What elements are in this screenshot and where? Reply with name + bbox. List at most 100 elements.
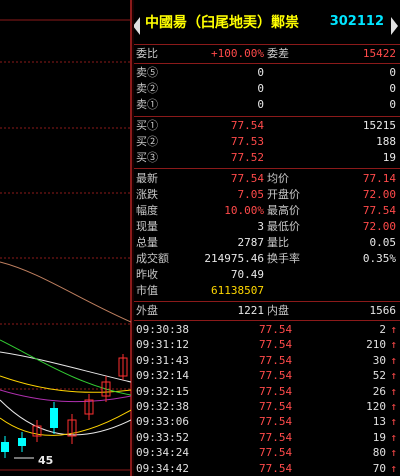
tick-row: 09:34:24 77.54 80 ↑ <box>133 445 400 460</box>
stat-label: 总量 <box>136 236 158 249</box>
up-arrow-icon: ↑ <box>390 384 397 398</box>
ma-line-7 <box>0 409 131 436</box>
stock-name: 中國昜（臼尾地㺯）鄛祟 <box>145 15 299 31</box>
up-arrow-icon: ↑ <box>390 323 397 336</box>
stat-label: 开盘价 <box>267 188 300 201</box>
stock-code: 302112 <box>329 14 384 29</box>
up-arrow-icon: ↑ <box>390 446 397 460</box>
chart-grid <box>0 61 131 390</box>
tick-volume: 13 <box>372 415 386 429</box>
tick-row: 09:32:15 77.54 26 ↑ <box>133 384 400 399</box>
stat-label: 均价 <box>267 172 289 185</box>
low-price-label: 45 <box>38 454 53 467</box>
stat-value: 61138507 <box>211 284 264 297</box>
in-disk-value: 1566 <box>369 304 397 317</box>
tick-row: 09:33:52 77.54 19 ↑ <box>133 430 400 445</box>
stat-value: 7.05 <box>237 188 265 201</box>
stat-label: 成交额 <box>136 252 169 265</box>
out-disk-label: 外盘 <box>136 304 158 317</box>
stat-value: 77.14 <box>362 172 396 185</box>
ask-label: 卖① <box>136 98 158 111</box>
stat-value: 0.05 <box>369 236 397 249</box>
ma-line-2 <box>0 375 131 393</box>
stat-value: 2787 <box>237 236 265 249</box>
ratio-row: 委比 +100.00% 委差 15422 <box>133 46 400 62</box>
up-arrow-icon: ↑ <box>390 399 397 413</box>
bid-row[interactable]: 买② 77.53 188 <box>133 134 400 150</box>
tick-volume: 30 <box>372 353 386 367</box>
ask-section: 卖⑤ 0 0 卖② 0 0 卖① 0 0 <box>133 64 400 117</box>
panel-divider[interactable] <box>131 0 134 476</box>
out-disk-value: 1221 <box>237 304 265 317</box>
tick-row: 09:32:14 77.54 52 ↑ <box>133 368 400 383</box>
ma-line-5 <box>0 261 131 323</box>
ask-row[interactable]: 卖② 0 0 <box>133 81 400 97</box>
kline-chart[interactable]: 45 <box>0 0 131 476</box>
stat-row: 最新 77.54 均价 77.14 <box>133 171 400 187</box>
tick-price: 77.54 <box>259 430 293 444</box>
stat-value: 3 <box>257 220 264 233</box>
tick-volume: 2 <box>379 323 386 336</box>
candles <box>1 354 128 458</box>
ask-volume: 0 <box>389 98 396 111</box>
stat-row: 总量 2787 量比 0.05 <box>133 235 400 251</box>
tick-list[interactable]: 09:30:38 77.54 2 ↑ 09:31:12 77.54 210 ↑ … <box>133 321 400 476</box>
prev-stock-arrow-icon[interactable] <box>133 17 140 35</box>
stat-label: 量比 <box>267 236 289 249</box>
bid-row[interactable]: 买③ 77.52 19 <box>133 150 400 166</box>
up-arrow-icon: ↑ <box>390 415 397 429</box>
stat-row: 涨跌 7.05 开盘价 72.00 <box>133 187 400 203</box>
tick-price: 77.54 <box>259 323 293 336</box>
tick-time: 09:33:06 <box>136 415 189 429</box>
up-arrow-icon: ↑ <box>390 461 397 475</box>
tick-time: 09:32:15 <box>136 384 189 398</box>
tick-time: 09:34:24 <box>136 446 189 460</box>
tick-volume: 210 <box>366 338 386 352</box>
stat-row: 成交额 214975.46 换手率 0.35% <box>133 251 400 267</box>
tick-price: 77.54 <box>259 415 293 429</box>
tick-volume: 70 <box>372 461 386 475</box>
stat-row: 现量 3 最低价 72.00 <box>133 219 400 235</box>
tick-price: 77.54 <box>259 399 293 413</box>
disk-row: 外盘 1221 内盘 1566 <box>133 303 400 319</box>
tick-row: 09:32:38 77.54 120 ↑ <box>133 399 400 414</box>
stat-row: 昨收 70.49 <box>133 267 400 283</box>
bid-volume: 15215 <box>362 119 396 132</box>
up-arrow-icon: ↑ <box>390 338 397 352</box>
next-stock-arrow-icon[interactable] <box>391 17 398 35</box>
stat-row: 市值 61138507 <box>133 283 400 299</box>
ask-price: 0 <box>257 98 264 111</box>
quote-panel: 中國昜（臼尾地㺯）鄛祟 302112 委比 +100.00% 委差 15422 … <box>133 0 400 476</box>
stats-section: 最新 77.54 均价 77.14 涨跌 7.05 开盘价 72.00 幅度 1… <box>133 169 400 302</box>
stat-row: 幅度 10.00% 最高价 77.54 <box>133 203 400 219</box>
bid-label: 买③ <box>136 151 158 164</box>
candle <box>1 442 9 452</box>
stat-value: 214975.46 <box>204 252 264 265</box>
stat-label: 昨收 <box>136 268 158 281</box>
tick-volume: 19 <box>372 430 386 444</box>
tick-row: 09:30:38 77.54 2 ↑ <box>133 322 400 337</box>
bid-label: 买① <box>136 119 158 132</box>
ma-line-4 <box>0 339 131 396</box>
tick-row: 09:34:42 77.54 70 ↑ <box>133 461 400 476</box>
tick-price: 77.54 <box>259 369 293 383</box>
stat-label: 市值 <box>136 284 158 297</box>
bid-volume: 19 <box>382 151 396 164</box>
stock-header: 中國昜（臼尾地㺯）鄛祟 302112 <box>133 0 400 45</box>
ask-row[interactable]: 卖① 0 0 <box>133 97 400 113</box>
ask-label: 卖⑤ <box>136 66 158 79</box>
stat-label: 最低价 <box>267 220 300 233</box>
ask-row[interactable]: 卖⑤ 0 0 <box>133 65 400 81</box>
stat-label: 最高价 <box>267 204 300 217</box>
bid-price: 77.53 <box>230 135 264 148</box>
tick-volume: 80 <box>372 446 386 460</box>
disk-section: 外盘 1221 内盘 1566 <box>133 302 400 321</box>
tick-time: 09:34:42 <box>136 461 189 475</box>
stat-label: 涨跌 <box>136 188 158 201</box>
bid-section: 买① 77.54 15215 买② 77.53 188 买③ 77.52 19 <box>133 117 400 169</box>
bid-row[interactable]: 买① 77.54 15215 <box>133 118 400 134</box>
stat-label: 现量 <box>136 220 158 233</box>
stat-label: 最新 <box>136 172 158 185</box>
tick-row: 09:33:06 77.54 13 ↑ <box>133 414 400 429</box>
bid-price: 77.54 <box>230 119 264 132</box>
